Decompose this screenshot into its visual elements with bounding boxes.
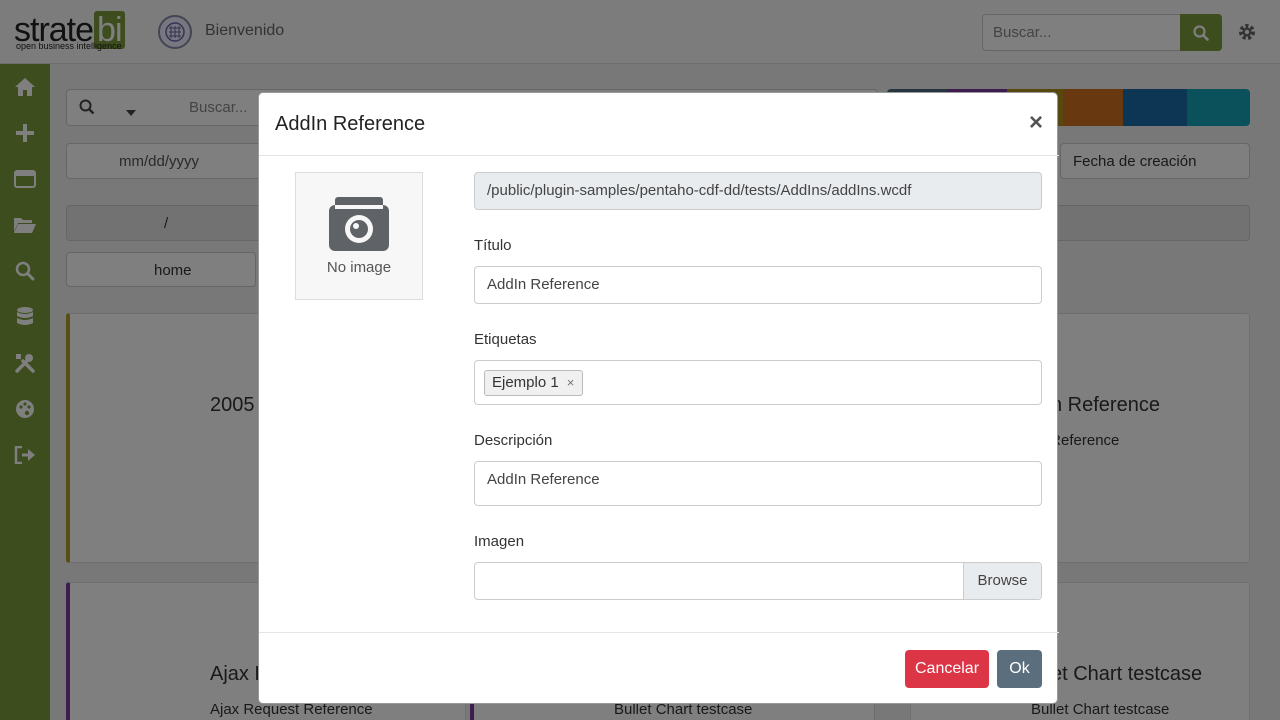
description-textarea[interactable]: AddIn Reference (474, 461, 1042, 506)
tag-chip: Ejemplo 1 × (484, 370, 584, 396)
cancel-button[interactable]: Cancelar (905, 650, 989, 688)
edit-file-dialog: AddIn Reference × No image /public/plugi… (258, 92, 1059, 704)
modal-footer: Cancelar Ok (259, 632, 1059, 704)
modal-header: AddIn Reference × (259, 93, 1059, 156)
image-label: Imagen (474, 533, 525, 550)
tags-input[interactable]: Ejemplo 1 × (474, 360, 1042, 405)
title-input[interactable]: AddIn Reference (474, 266, 1042, 304)
ok-button[interactable]: Ok (997, 650, 1042, 688)
image-file-input[interactable]: Browse (474, 562, 1042, 600)
camera-icon (329, 197, 389, 256)
description-label: Descripción (474, 432, 553, 449)
tag-chip-label: Ejemplo 1 (492, 374, 559, 391)
thumbnail-preview: No image (295, 172, 423, 300)
tags-label: Etiquetas (474, 331, 537, 348)
tag-remove-icon[interactable]: × (567, 375, 575, 390)
path-field: /public/plugin-samples/pentaho-cdf-dd/te… (474, 172, 1042, 210)
no-image-text: No image (326, 259, 392, 276)
close-icon[interactable]: × (1029, 111, 1043, 135)
modal-title: AddIn Reference (275, 113, 426, 135)
browse-button[interactable]: Browse (963, 563, 1041, 599)
title-label: Título (474, 237, 512, 254)
